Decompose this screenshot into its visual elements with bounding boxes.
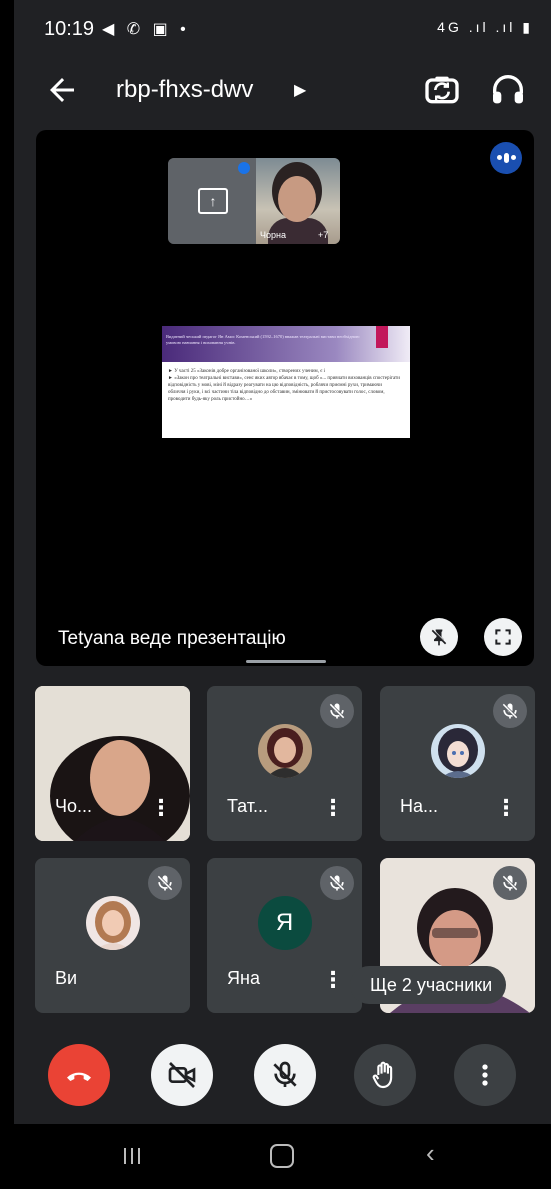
mic-off-icon [493,694,527,728]
headphones-icon[interactable] [488,70,528,110]
avatar [85,895,140,950]
raise-hand-button[interactable] [354,1044,416,1106]
participant-tile[interactable]: Ви [35,858,190,1013]
notification-icons: ◀ ✆ ▣ • [102,21,190,38]
participant-tile[interactable]: Я Яна ⋮ [207,858,362,1013]
participant-name: Ви [55,968,78,988]
participant-name: Тат... [227,796,269,816]
speaking-dot-icon [238,162,250,174]
mic-off-button[interactable] [254,1044,316,1106]
meeting-code[interactable]: rbp-fhxs-dwv [116,76,253,104]
slide-bullet: ► У часті 25 «Законів добре організовано… [168,369,325,374]
more-menu-button[interactable] [454,1044,516,1106]
participant-tile[interactable]: На... ⋮ [380,686,535,841]
slide-body: ► У часті 25 «Законів добре організовано… [168,368,400,403]
speaking-indicator-icon [490,142,522,174]
home-icon[interactable] [270,1144,294,1168]
caret-right-icon[interactable]: ▶ [294,80,306,100]
participant-name: Чо... [55,796,93,816]
camera-off-button[interactable] [151,1044,213,1106]
shared-slide: Видатний чеський педагог Ян Амос Коменсь… [162,326,410,438]
present-screen-icon: ↑ [198,188,228,214]
recent-apps-icon[interactable] [120,1144,144,1173]
flip-camera-icon[interactable] [422,70,462,110]
avatar-initial: Я [257,895,312,950]
unpin-button[interactable] [420,618,458,656]
mini-tile-more-count: +7 [318,230,329,240]
status-bar: 10:19 ◀ ✆ ▣ • 4G .ıl .ıl ▮ [14,0,551,58]
mic-off-icon [148,866,182,900]
participant-tile[interactable]: Чо... ⋮ [35,686,190,841]
system-nav-bar: ‹ [14,1124,551,1189]
slide-bullet: ► «Закон про театральні вистави», сенс я… [168,376,400,402]
presentation-stage[interactable]: ↑ Чорна +7 Видатний чеський педагог Ян А… [36,130,534,666]
presentation-thumbnail: ↑ [168,158,256,244]
more-options-icon[interactable]: ⋮ [495,797,517,819]
avatar [257,723,312,778]
slide-heading: Видатний чеський педагог Ян Амос Коменсь… [166,334,360,345]
more-options-icon[interactable]: ⋮ [322,969,344,991]
more-options-icon[interactable]: ⋮ [322,797,344,819]
signal-battery-icons: 4G .ıl .ıl ▮ [437,19,533,35]
mini-tile-name: Чорна [260,230,286,240]
top-app-bar: rbp-fhxs-dwv ▶ [14,58,551,120]
mic-off-icon [493,866,527,900]
drag-handle[interactable] [246,660,326,663]
avatar [430,723,485,778]
mini-self-tile[interactable]: ↑ Чорна +7 [168,158,340,244]
slide-accent-bar [376,326,388,348]
fullscreen-button[interactable] [484,618,522,656]
back-nav-icon[interactable]: ‹ [426,1138,435,1169]
status-time: 10:19 [44,18,95,40]
mic-off-icon [320,694,354,728]
more-participants-pill[interactable]: Ще 2 учасники [350,966,507,1004]
presenting-label: Tetyana веде презентацію [58,628,286,649]
end-call-button[interactable] [48,1044,110,1106]
mic-off-icon [320,866,354,900]
meet-screen: 10:19 ◀ ✆ ▣ • 4G .ıl .ıl ▮ rbp-fhxs-dwv … [14,0,551,1189]
participant-tile[interactable]: Тат... ⋮ [207,686,362,841]
back-arrow-icon[interactable] [44,72,80,108]
participant-name: Яна [227,968,260,988]
more-options-icon[interactable]: ⋮ [150,797,172,819]
participant-name: На... [400,796,439,816]
